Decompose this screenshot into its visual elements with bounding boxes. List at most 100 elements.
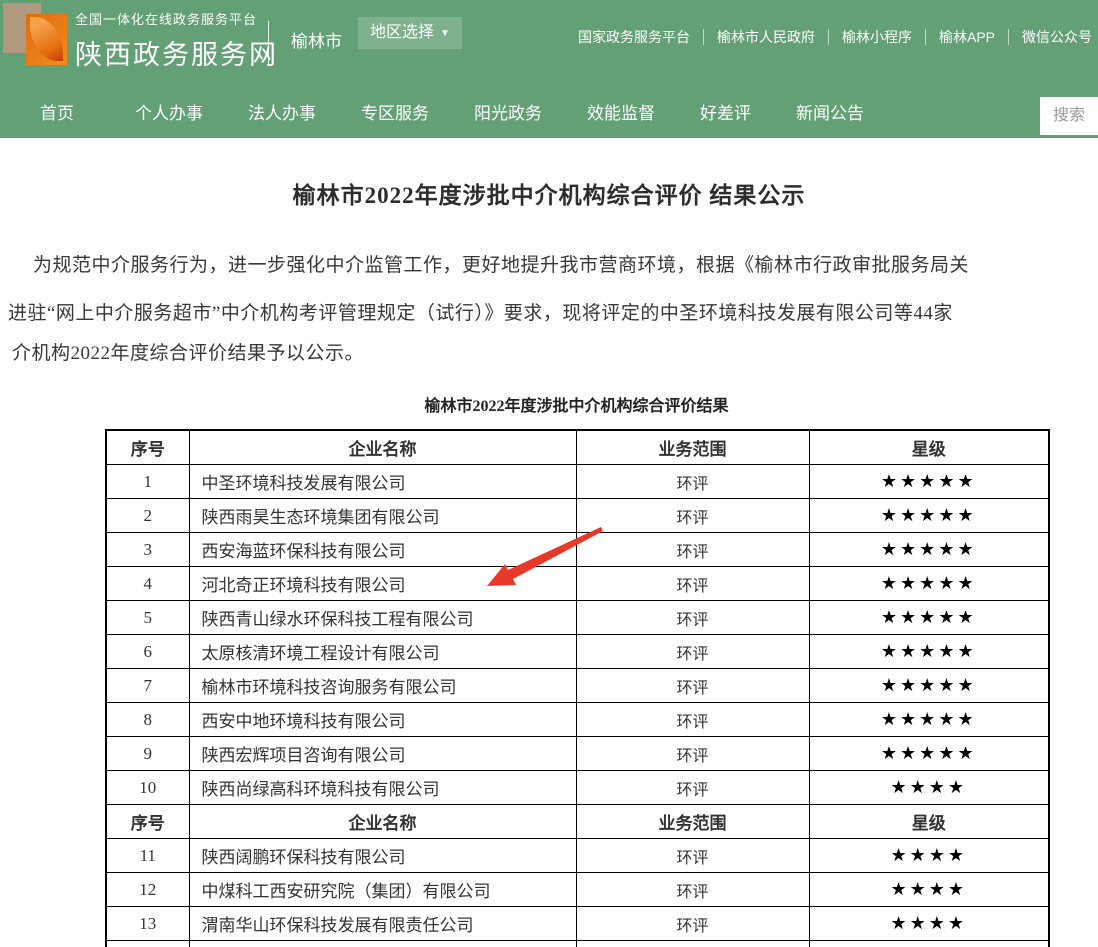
table-row: 1 中圣环境科技发展有限公司 环评 ★★★★★ xyxy=(106,465,1049,499)
star-rating: ★★★★★ xyxy=(809,601,1049,635)
col-header-scope: 业务范围 xyxy=(576,430,809,465)
business-scope xyxy=(576,941,809,947)
row-no: 3 xyxy=(106,533,189,567)
table-row: 6 太原核清环境工程设计有限公司 环评 ★★★★★ xyxy=(106,635,1049,669)
logo-orange-square xyxy=(26,14,67,65)
row-no: 13 xyxy=(106,907,189,941)
company-name: 陕西宏辉项目咨询有限公司 xyxy=(189,737,576,771)
business-scope: 环评 xyxy=(576,465,809,499)
row-no: 5 xyxy=(106,601,189,635)
star-rating: ★★★★ xyxy=(809,907,1049,941)
header-top-row: 全国一体化在线政务服务平台 陕西政务服务网 榆林市 地区选择▼ 国家政务服务平台… xyxy=(0,0,1098,84)
paragraph-line: 进驻“网上中介服务超市”中介机构考评管理规定（试行）》要求，现将评定的中圣环境科… xyxy=(0,302,1098,326)
site-header: 全国一体化在线政务服务平台 陕西政务服务网 榆林市 地区选择▼ 国家政务服务平台… xyxy=(0,0,1098,138)
star-rating xyxy=(809,941,1049,947)
col-header-stars: 星级 xyxy=(809,430,1049,465)
business-scope: 环评 xyxy=(576,839,809,873)
row-no: 9 xyxy=(106,737,189,771)
table-caption: 榆林市2022年度涉批中介机构综合评价结果 xyxy=(105,392,1048,416)
row-no xyxy=(106,941,189,947)
business-scope: 环评 xyxy=(576,635,809,669)
search-input[interactable] xyxy=(1040,97,1098,135)
company-name: 中圣环境科技发展有限公司 xyxy=(189,465,576,499)
star-rating: ★★★★★ xyxy=(809,499,1049,533)
table-header-row: 序号 企业名称 业务范围 星级 xyxy=(106,805,1049,839)
table-row: 9 陕西宏辉项目咨询有限公司 环评 ★★★★★ xyxy=(106,737,1049,771)
table-row: 3 西安海蓝环保科技有限公司 环评 ★★★★★ xyxy=(106,533,1049,567)
star-rating: ★★★★★ xyxy=(809,465,1049,499)
company-name: 陕西雨昊生态环境集团有限公司 xyxy=(189,499,576,533)
nav-item-efficiency-supervision[interactable]: 效能监督 xyxy=(587,99,655,124)
results-table-wrap: 榆林市2022年度涉批中介机构综合评价结果 序号 企业名称 业务范围 星级 1 … xyxy=(105,392,1048,947)
current-city-label: 榆林市 xyxy=(291,27,342,52)
business-scope: 环评 xyxy=(576,703,809,737)
star-rating: ★★★★★ xyxy=(809,533,1049,567)
table-row: 12 中煤科工西安研究院（集团）有限公司 环评 ★★★★ xyxy=(106,873,1049,907)
star-rating: ★★★★ xyxy=(809,873,1049,907)
business-scope: 环评 xyxy=(576,533,809,567)
company-name: 西安中地环境科技有限公司 xyxy=(189,703,576,737)
link-divider xyxy=(1008,29,1009,45)
business-scope: 环评 xyxy=(576,499,809,533)
company-name: 河北奇正环境科技有限公司 xyxy=(189,567,576,601)
col-header-stars: 星级 xyxy=(809,805,1049,839)
header-links: 国家政务服务平台 榆林市人民政府 榆林小程序 榆林APP 微信公众号 注册 xyxy=(578,26,1098,47)
main-nav: 首页 个人办事 法人办事 专区服务 阳光政务 效能监督 好差评 新闻公告 xyxy=(0,84,1098,138)
company-name: 中煤科工西安研究院（集团）有限公司 xyxy=(189,873,576,907)
table-row: 10 陕西尚绿高科环境科技有限公司 环评 ★★★★ xyxy=(106,771,1049,805)
star-rating: ★★★★★ xyxy=(809,669,1049,703)
nav-item-personal[interactable]: 个人办事 xyxy=(135,99,203,124)
table-row: 2 陕西雨昊生态环境集团有限公司 环评 ★★★★★ xyxy=(106,499,1049,533)
site-logo[interactable] xyxy=(3,3,67,65)
row-no: 2 xyxy=(106,499,189,533)
company-name: 陕西尚绿高科环境科技有限公司 xyxy=(189,771,576,805)
platform-name: 全国一体化在线政务服务平台 xyxy=(75,9,278,28)
business-scope: 环评 xyxy=(576,873,809,907)
col-header-company: 企业名称 xyxy=(189,805,576,839)
link-divider xyxy=(925,29,926,45)
logo-leaf-icon xyxy=(30,17,63,61)
col-header-company: 企业名称 xyxy=(189,430,576,465)
nav-item-legal-person[interactable]: 法人办事 xyxy=(248,99,316,124)
company-name: 太原核清环境工程设计有限公司 xyxy=(189,635,576,669)
star-rating: ★★★★★ xyxy=(809,567,1049,601)
row-no: 10 xyxy=(106,771,189,805)
table-row: 8 西安中地环境科技有限公司 环评 ★★★★★ xyxy=(106,703,1049,737)
star-rating: ★★★★ xyxy=(809,839,1049,873)
col-header-no: 序号 xyxy=(106,805,189,839)
table-row: 5 陕西青山绿水环保科技工程有限公司 环评 ★★★★★ xyxy=(106,601,1049,635)
star-rating: ★★★★ xyxy=(809,771,1049,805)
col-header-no: 序号 xyxy=(106,430,189,465)
business-scope: 环评 xyxy=(576,669,809,703)
page-title: 榆林市2022年度涉批中介机构综合评价 结果公示 xyxy=(0,176,1098,210)
business-scope: 环评 xyxy=(576,907,809,941)
paragraph-line: 为规范中介服务行为，进一步强化中介监管工作，更好地提升我市营商环境，根据《榆林市… xyxy=(0,254,1098,278)
announcement-paragraph: 为规范中介服务行为，进一步强化中介监管工作，更好地提升我市营商环境，根据《榆林市… xyxy=(0,254,1098,366)
nav-item-news[interactable]: 新闻公告 xyxy=(796,99,864,124)
business-scope: 环评 xyxy=(576,601,809,635)
region-select-button[interactable]: 地区选择▼ xyxy=(358,17,462,49)
nav-item-open-government[interactable]: 阳光政务 xyxy=(474,99,542,124)
nav-item-home[interactable]: 首页 xyxy=(40,99,74,124)
link-city-government[interactable]: 榆林市人民政府 xyxy=(717,27,815,47)
row-no: 11 xyxy=(106,839,189,873)
link-mini-program[interactable]: 榆林小程序 xyxy=(842,27,912,47)
link-national-platform[interactable]: 国家政务服务平台 xyxy=(578,27,690,47)
company-name: 渭南华山环保科技发展有限责任公司 xyxy=(189,907,576,941)
link-app[interactable]: 榆林APP xyxy=(939,27,995,47)
row-no: 7 xyxy=(106,669,189,703)
link-wechat-account[interactable]: 微信公众号 xyxy=(1022,27,1092,47)
table-header-row: 序号 企业名称 业务范围 星级 xyxy=(106,430,1049,465)
results-table: 序号 企业名称 业务范围 星级 1 中圣环境科技发展有限公司 环评 ★★★★★ … xyxy=(105,429,1050,947)
region-select-label: 地区选择 xyxy=(370,24,434,41)
company-name xyxy=(189,941,576,947)
star-rating: ★★★★★ xyxy=(809,703,1049,737)
nav-item-zone-services[interactable]: 专区服务 xyxy=(361,99,429,124)
page: 全国一体化在线政务服务平台 陕西政务服务网 榆林市 地区选择▼ 国家政务服务平台… xyxy=(0,0,1098,947)
table-row: 7 榆林市环境科技咨询服务有限公司 环评 ★★★★★ xyxy=(106,669,1049,703)
table-row: 11 陕西阔鹏环保科技有限公司 环评 ★★★★ xyxy=(106,839,1049,873)
nav-item-rating[interactable]: 好差评 xyxy=(700,99,751,124)
row-no: 1 xyxy=(106,465,189,499)
business-scope: 环评 xyxy=(576,567,809,601)
table-row: 13 渭南华山环保科技发展有限责任公司 环评 ★★★★ xyxy=(106,907,1049,941)
